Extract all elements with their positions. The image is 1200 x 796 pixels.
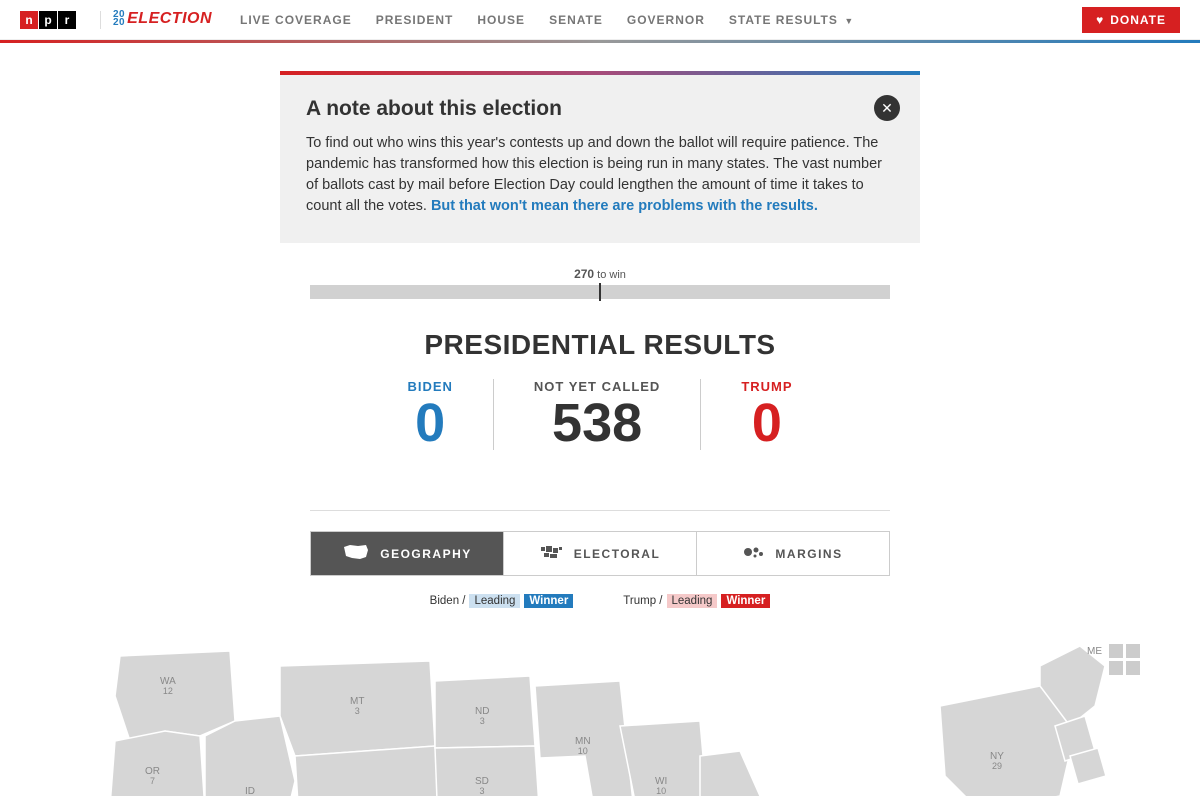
legend-biden: Biden / Leading Winner <box>430 594 574 608</box>
state-sd[interactable]: SD3 <box>475 776 489 796</box>
not-called-count: 538 <box>534 396 660 450</box>
state-me-boxes[interactable] <box>1109 644 1140 675</box>
bubbles-icon <box>743 545 765 562</box>
toggle-electoral[interactable]: ELECTORAL <box>503 532 696 575</box>
note-body: To find out who wins this year's contest… <box>306 133 894 217</box>
nav-house[interactable]: HOUSE <box>477 13 525 27</box>
note-title: A note about this election <box>306 97 894 121</box>
state-id[interactable]: ID4 <box>245 786 255 796</box>
state-ny[interactable]: NY29 <box>990 751 1004 772</box>
nav-president[interactable]: PRESIDENT <box>376 13 454 27</box>
chevron-down-icon: ▼ <box>841 16 854 26</box>
us-map[interactable]: WA12 OR7 ID4 MT3 ND3 SD3 MN10 WI10 NY29 … <box>0 636 1200 796</box>
nav-governor[interactable]: GOVERNOR <box>627 13 705 27</box>
bar-track <box>310 285 890 299</box>
view-toggle-wrap: GEOGRAPHY ELECTORAL MARGINS <box>310 510 890 576</box>
tally-trump: TRUMP 0 <box>701 379 832 450</box>
nav-state-results[interactable]: STATE RESULTS ▼ <box>729 13 854 27</box>
toggle-geography[interactable]: GEOGRAPHY <box>311 532 503 575</box>
note-link[interactable]: But that won't mean there are problems w… <box>431 198 818 214</box>
results-title: PRESIDENTIAL RESULTS <box>0 329 1200 361</box>
tally-biden: BIDEN 0 <box>367 379 492 450</box>
legend-trump: Trump / Leading Winner <box>623 594 770 608</box>
bar-label: 270 to win <box>310 267 890 281</box>
election-note: ✕ A note about this election To find out… <box>280 71 920 243</box>
trump-count: 0 <box>741 396 792 450</box>
bar-tick <box>599 283 601 301</box>
view-toggle: GEOGRAPHY ELECTORAL MARGINS <box>310 531 890 576</box>
close-icon[interactable]: ✕ <box>874 95 900 121</box>
tally-row: BIDEN 0 NOT YET CALLED 538 TRUMP 0 <box>0 379 1200 450</box>
trump-label: TRUMP <box>741 379 792 394</box>
state-mt[interactable]: MT3 <box>350 696 364 717</box>
state-or[interactable]: OR7 <box>145 766 160 787</box>
toggle-margins[interactable]: MARGINS <box>696 532 889 575</box>
donate-button[interactable]: ♥ DONATE <box>1082 7 1180 33</box>
state-mn[interactable]: MN10 <box>575 736 591 757</box>
divider <box>100 11 101 29</box>
nav-links: LIVE COVERAGE PRESIDENT HOUSE SENATE GOV… <box>240 13 854 27</box>
biden-count: 0 <box>407 396 452 450</box>
not-called-label: NOT YET CALLED <box>534 379 660 394</box>
state-nd[interactable]: ND3 <box>475 706 489 727</box>
legend-trump-winner: Winner <box>721 594 770 608</box>
npr-logo[interactable]: npr <box>20 11 76 29</box>
state-wi[interactable]: WI10 <box>655 776 667 796</box>
legend-biden-leading: Leading <box>469 594 520 608</box>
cartogram-icon <box>540 545 564 562</box>
map-legend: Biden / Leading Winner Trump / Leading W… <box>0 594 1200 608</box>
top-nav: npr 2020ELECTION LIVE COVERAGE PRESIDENT… <box>0 0 1200 40</box>
electoral-bar: 270 to win <box>310 267 890 299</box>
nav-senate[interactable]: SENATE <box>549 13 603 27</box>
us-map-icon <box>342 544 370 563</box>
tally-not-called: NOT YET CALLED 538 <box>493 379 701 450</box>
biden-label: BIDEN <box>407 379 452 394</box>
election-logo[interactable]: 2020ELECTION <box>113 10 212 28</box>
gradient-bar <box>0 40 1200 43</box>
state-me-label: ME <box>1087 646 1102 657</box>
legend-biden-winner: Winner <box>524 594 573 608</box>
legend-trump-leading: Leading <box>667 594 718 608</box>
state-wa[interactable]: WA12 <box>160 676 176 697</box>
heart-icon: ♥ <box>1096 13 1104 27</box>
nav-live-coverage[interactable]: LIVE COVERAGE <box>240 13 352 27</box>
